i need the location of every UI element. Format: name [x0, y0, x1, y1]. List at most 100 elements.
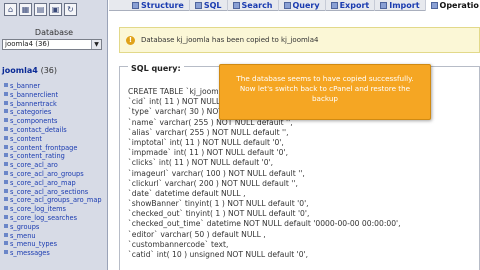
table-list-item[interactable]: s_bannerclient: [4, 91, 102, 100]
table-icon[interactable]: [4, 91, 8, 96]
reload-icon[interactable]: ↻: [64, 3, 77, 16]
table-list-item[interactable]: s_components: [4, 117, 102, 126]
success-notice: ! Database kj_joomla has been copied to …: [119, 27, 480, 53]
table-icon[interactable]: [4, 83, 8, 87]
sql-line: `custombannercode` text,: [128, 239, 229, 249]
table-name: s_core_acl_groups_aro_map: [10, 196, 102, 205]
table-list-item[interactable]: s_core_acl_groups_aro_map: [4, 196, 102, 205]
database-name-link[interactable]: joomla4 (36): [2, 66, 57, 75]
sql-line: `date` datetime default NULL ,: [128, 188, 246, 198]
table-icon[interactable]: [4, 170, 8, 175]
table-name: s_core_log_items: [10, 205, 66, 214]
tab-label: SQL: [203, 1, 222, 10]
database-select-value: joomla4 (36): [5, 40, 50, 48]
table-name: s_menu: [10, 231, 36, 240]
table-name: s_core_acl_aro_groups: [10, 169, 84, 178]
table-name: s_contact_details: [10, 125, 67, 134]
sql-line: `imageurl` varchar( 100 ) NOT NULL defau…: [128, 168, 305, 178]
table-icon[interactable]: [4, 135, 8, 140]
table-icon[interactable]: [4, 179, 8, 184]
table-list-item[interactable]: s_menu_types: [4, 240, 102, 249]
table-list-item[interactable]: s_menu: [4, 232, 102, 241]
table-icon[interactable]: [4, 250, 8, 255]
table-list-item[interactable]: s_core_acl_aro_map: [4, 179, 102, 188]
table-list-item[interactable]: s_core_log_searches: [4, 214, 102, 223]
table-list-item[interactable]: s_content_rating: [4, 152, 102, 161]
tab-label: Export: [339, 1, 370, 10]
database-select[interactable]: joomla4 (36) ▼: [2, 39, 102, 50]
tab-query[interactable]: Query: [279, 0, 326, 11]
table-name: s_core_acl_aro: [10, 161, 58, 170]
docs-icon[interactable]: ▤: [34, 3, 47, 16]
table-name: s_core_acl_aro_map: [10, 178, 76, 187]
sql-line: `checked_out_time` datetime NOT NULL def…: [128, 219, 401, 229]
sql-line: `showBanner` tinyint( 1 ) NOT NULL defau…: [128, 199, 309, 209]
sql-line: `alias` varchar( 255 ) NOT NULL default …: [128, 127, 289, 137]
table-list-item[interactable]: s_core_acl_aro: [4, 161, 102, 170]
table-name: s_components: [10, 117, 58, 126]
table-name: s_core_log_searches: [10, 213, 78, 222]
table-list-item[interactable]: s_contact_details: [4, 126, 102, 135]
sql-query-legend: SQL query:: [128, 64, 184, 73]
tab-label: Query: [292, 1, 320, 10]
table-icon[interactable]: [4, 153, 8, 158]
sql-line: `checked_out` tinyint( 1 ) NOT NULL defa…: [128, 209, 310, 219]
sql-line: `imptotal` int( 11 ) NOT NULL default '0…: [128, 137, 284, 147]
table-list-item[interactable]: s_core_acl_aro_sections: [4, 188, 102, 197]
navigation-frame: ⌂ ▦ ▤ ▣ ↻ Database joomla4 (36) ▼ joomla…: [0, 0, 108, 270]
chevron-down-icon[interactable]: ▼: [91, 40, 101, 49]
notice-text: Database kj_joomla has been copied to kj…: [141, 36, 319, 44]
structure-icon: [132, 2, 139, 9]
main-frame: Structure SQL Search Query Export Import Opera…: [109, 0, 480, 270]
tab-bar: Structure SQL Search Query Export Import Opera…: [109, 0, 480, 11]
operations-icon: [430, 2, 438, 9]
table-name: s_bannertrack: [10, 99, 57, 108]
home-icon[interactable]: ⌂: [4, 3, 17, 16]
table-icon[interactable]: [4, 197, 8, 202]
tab-sql[interactable]: SQL: [190, 0, 228, 11]
sql-line: `clicks` int( 11 ) NOT NULL default '0',: [128, 158, 274, 168]
table-count: (36): [40, 66, 57, 75]
tab-label: Import: [389, 1, 420, 10]
sql-icon: [194, 2, 202, 9]
tab-operatio[interactable]: Operatio: [425, 0, 480, 11]
sql-line: `catid` int( 10 ) unsigned NOT NULL defa…: [128, 250, 309, 259]
table-icon[interactable]: [4, 232, 8, 237]
tab-structure[interactable]: Structure: [127, 0, 190, 11]
tab-import[interactable]: Import: [375, 0, 426, 11]
table-icon[interactable]: [4, 241, 8, 246]
sql-line: `impmade` int( 11 ) NOT NULL default '0'…: [128, 148, 288, 158]
table-icon[interactable]: [4, 126, 8, 131]
table-icon[interactable]: [4, 118, 8, 123]
tab-export[interactable]: Export: [326, 0, 376, 11]
table-list-item[interactable]: s_content: [4, 135, 102, 144]
table-list-item[interactable]: s_bannertrack: [4, 100, 102, 109]
table-list-item[interactable]: s_categories: [4, 108, 102, 117]
table-list-item[interactable]: s_messages: [4, 249, 102, 258]
table-name: s_core_acl_aro_sections: [10, 187, 89, 196]
table-name: s_groups: [10, 222, 40, 231]
table-icon[interactable]: [4, 109, 8, 114]
tab-label: Operatio: [439, 1, 479, 10]
sql-docs-icon[interactable]: ▣: [49, 3, 62, 16]
table-list-item[interactable]: s_content_frontpage: [4, 144, 102, 153]
table-list-item[interactable]: s_core_acl_aro_groups: [4, 170, 102, 179]
table-icon[interactable]: [4, 188, 8, 193]
query-icon: [283, 2, 291, 9]
query-window-icon[interactable]: ▦: [19, 3, 32, 16]
table-list-item[interactable]: s_groups: [4, 223, 102, 232]
database-label: Database: [34, 28, 74, 37]
database-name: joomla4: [2, 66, 38, 75]
table-list: s_banner s_bannerclient s_bannertrack s_cat…: [4, 82, 102, 258]
table-icon[interactable]: [4, 223, 8, 228]
table-name: s_bannerclient: [10, 90, 59, 99]
tab-search[interactable]: Search: [228, 0, 279, 11]
table-icon[interactable]: [4, 206, 8, 211]
table-icon[interactable]: [4, 162, 8, 167]
table-icon[interactable]: [4, 144, 8, 149]
table-list-item[interactable]: s_banner: [4, 82, 102, 91]
table-icon[interactable]: [4, 214, 8, 219]
table-list-item[interactable]: s_core_log_items: [4, 205, 102, 214]
info-icon: !: [126, 35, 135, 45]
table-icon[interactable]: [4, 100, 8, 105]
